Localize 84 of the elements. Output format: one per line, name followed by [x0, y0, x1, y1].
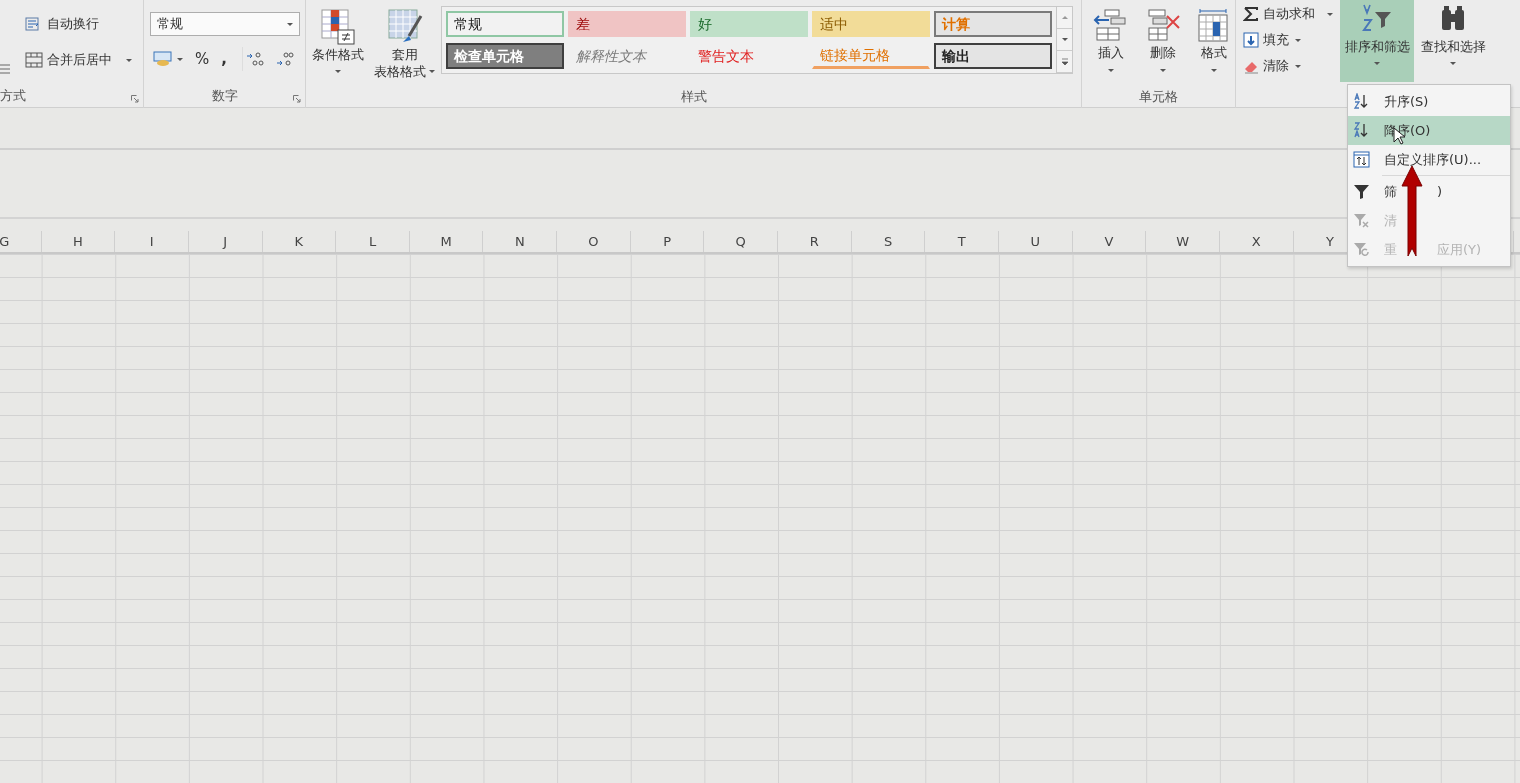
merge-cells-icon [25, 52, 43, 68]
custom-sort-icon [1353, 151, 1370, 168]
caret-icon [1450, 62, 1456, 65]
conditional-format-icon [320, 8, 356, 46]
column-header[interactable]: P [630, 231, 705, 252]
caret-icon [1295, 38, 1301, 42]
sort-ascending-icon [1353, 93, 1370, 110]
cell-style-swatch[interactable]: 适中 [812, 11, 930, 37]
editing-button[interactable]: 填充 [1240, 28, 1340, 52]
align-icon [0, 64, 10, 74]
insert-cells-icon [1092, 8, 1129, 44]
column-header[interactable]: V [1072, 231, 1147, 252]
wrap-text-button[interactable]: 自动换行 [22, 12, 135, 36]
column-header[interactable]: G [0, 231, 42, 252]
fill-down-icon [1243, 32, 1259, 48]
sort-filter-button[interactable]: 排序和筛选 [1340, 0, 1414, 82]
group-label: 数字 [211, 86, 238, 105]
menu-item[interactable]: 筛 ) [1348, 177, 1510, 206]
caret-icon [1060, 13, 1069, 22]
menu-item[interactable]: 升序(S) [1348, 87, 1510, 116]
editing-button[interactable]: 清除 [1240, 54, 1340, 78]
column-header[interactable]: I [115, 231, 189, 252]
cell-style-swatch[interactable]: 差 [568, 11, 686, 37]
dialog-launcher-icon [131, 95, 139, 103]
caret-icon [1060, 35, 1069, 44]
cells-button[interactable]: 格式 [1193, 6, 1235, 86]
gallery-more-button[interactable] [1057, 51, 1072, 73]
caret-icon [287, 22, 293, 26]
caret-icon [1327, 12, 1333, 16]
caret-icon [335, 70, 341, 73]
column-header[interactable]: S [851, 231, 926, 252]
cells-button[interactable]: 插入 [1090, 6, 1132, 86]
group-label: 单元格 [1139, 87, 1178, 106]
percent-button[interactable]: % [192, 47, 213, 71]
cell-style-swatch[interactable]: 输出 [934, 43, 1052, 69]
sum-icon [1243, 6, 1259, 22]
increase-decimal-button[interactable] [241, 47, 267, 71]
column-header[interactable]: X [1219, 231, 1294, 252]
group-label: 样式 [680, 87, 707, 106]
conditional-format-button[interactable]: 条件格式 [310, 6, 366, 86]
caret-icon [126, 58, 132, 62]
reapply-filter-icon [1353, 241, 1370, 258]
column-header[interactable]: L [336, 231, 410, 252]
cell-style-swatch[interactable]: 检查单元格 [446, 43, 564, 69]
group-label: 方式 [0, 86, 26, 105]
caret-icon [1211, 69, 1218, 72]
menu-item[interactable]: 自定义排序(U)... [1348, 145, 1510, 174]
cell-style-swatch[interactable]: 警告文本 [690, 43, 808, 69]
increase-decimal-icon [245, 51, 264, 67]
currency-icon [153, 51, 173, 67]
column-header[interactable]: N [483, 231, 558, 252]
column-header[interactable]: M [409, 231, 484, 252]
column-header[interactable]: T [925, 231, 999, 252]
column-header[interactable]: Q [704, 231, 779, 252]
caret-icon [177, 57, 183, 61]
number-format-dropdown[interactable]: 常规 [150, 12, 300, 36]
column-header[interactable]: U [998, 231, 1073, 252]
cell-style-swatch[interactable]: 好 [690, 11, 808, 37]
column-header[interactable]: O [557, 231, 631, 252]
decrease-decimal-icon [275, 51, 294, 67]
sort-descending-icon [1353, 122, 1370, 139]
clear-filter-icon [1353, 212, 1370, 229]
column-header[interactable]: R [778, 231, 852, 252]
caret-icon [429, 70, 435, 73]
cell-style-swatch[interactable]: 常规 [446, 11, 564, 37]
column-header[interactable]: K [262, 231, 337, 252]
caret-icon [1107, 69, 1114, 72]
scroll-down-button[interactable] [1057, 29, 1072, 51]
column-header[interactable]: H [41, 231, 116, 252]
filter-icon [1353, 183, 1370, 200]
format-as-table-button[interactable]: 套用 表格格式 [372, 6, 437, 86]
caret-icon [1159, 69, 1166, 72]
column-header[interactable]: W [1146, 231, 1220, 252]
caret-icon [1374, 62, 1380, 65]
merge-center-button[interactable]: 合并后居中 [22, 48, 135, 72]
find-select-button[interactable]: 查找和选择 [1414, 0, 1492, 80]
editing-button[interactable]: 自动求和 [1240, 2, 1340, 26]
cell-style-swatch[interactable]: 解释性文本 [568, 43, 686, 69]
caret-icon [1295, 64, 1301, 68]
dialog-launcher-icon [293, 95, 301, 103]
comma-button[interactable]: , [218, 47, 230, 71]
column-header[interactable]: J [188, 231, 263, 252]
more-icon [1060, 57, 1069, 66]
cells-button[interactable]: 删除 [1141, 6, 1184, 86]
